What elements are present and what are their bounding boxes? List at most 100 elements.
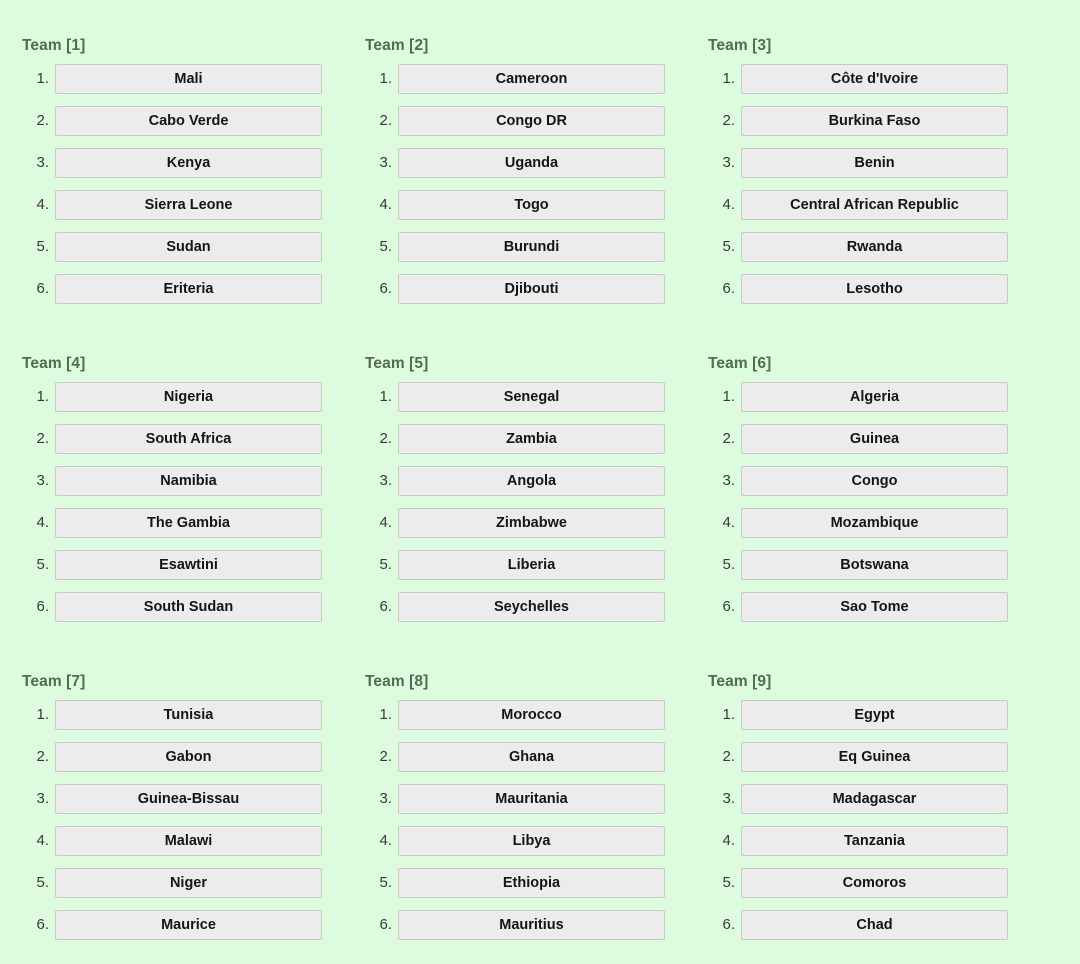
team-member-slot[interactable]: Comoros <box>741 868 1008 898</box>
team-member-slot[interactable]: Esawtini <box>55 550 322 580</box>
slot-index-label: 1. <box>379 70 392 87</box>
team-member-slot[interactable]: Cameroon <box>398 64 665 94</box>
team-slot-row: 2. Guinea <box>708 424 1029 454</box>
slot-index-label: 2. <box>36 112 49 129</box>
team-slot-row: 4. Togo <box>365 190 686 220</box>
team-member-slot[interactable]: Madagascar <box>741 784 1008 814</box>
team-member-slot[interactable]: Congo DR <box>398 106 665 136</box>
team-heading: Team [1] <box>22 37 86 54</box>
slot-index-label: 6. <box>36 916 49 933</box>
slot-index-label: 3. <box>722 790 735 807</box>
slot-index-label: 2. <box>36 430 49 447</box>
team-member-slot[interactable]: Ghana <box>398 742 665 772</box>
team-slot-row: 6. Chad <box>708 910 1029 940</box>
team-member-slot[interactable]: Zimbabwe <box>398 508 665 538</box>
slot-index-label: 3. <box>379 472 392 489</box>
team-member-slot[interactable]: Egypt <box>741 700 1008 730</box>
team-member-slot[interactable]: Mauritius <box>398 910 665 940</box>
slot-index-label: 5. <box>722 874 735 891</box>
team-member-slot[interactable]: Libya <box>398 826 665 856</box>
team-slot-row: 3. Namibia <box>22 466 343 496</box>
team-member-slot[interactable]: Seychelles <box>398 592 665 622</box>
team-member-slot[interactable]: Mauritania <box>398 784 665 814</box>
team-member-slot[interactable]: Burkina Faso <box>741 106 1008 136</box>
slot-index-label: 4. <box>722 196 735 213</box>
team-member-slot[interactable]: Eriteria <box>55 274 322 304</box>
team-slot-row: 2. Ghana <box>365 742 686 772</box>
team-slot-row: 4. Libya <box>365 826 686 856</box>
team-slot-row: 4. Central African Republic <box>708 190 1029 220</box>
team-member-slot[interactable]: Rwanda <box>741 232 1008 262</box>
team-block: Team [1] 1. Mali 2. Cabo Verde 3. Kenya 4. Sierr… <box>0 36 343 328</box>
slot-index-label: 4. <box>722 514 735 531</box>
team-member-slot[interactable]: Cabo Verde <box>55 106 322 136</box>
team-slot-row: 1. Egypt <box>708 700 1029 730</box>
team-slot-row: 1. Morocco <box>365 700 686 730</box>
team-slot-row: 5. Esawtini <box>22 550 343 580</box>
team-member-slot[interactable]: Ethiopia <box>398 868 665 898</box>
team-block: Team [4] 1. Nigeria 2. South Africa 3. Namibia… <box>0 354 343 646</box>
team-member-slot[interactable]: Kenya <box>55 148 322 178</box>
slot-index-label: 1. <box>722 388 735 405</box>
team-member-slot[interactable]: Guinea <box>741 424 1008 454</box>
team-heading: Team [5] <box>365 355 429 372</box>
team-member-slot[interactable]: Maurice <box>55 910 322 940</box>
slot-index-label: 1. <box>722 70 735 87</box>
slot-index-label: 5. <box>36 238 49 255</box>
slot-index-label: 1. <box>36 706 49 723</box>
slot-index-label: 3. <box>36 790 49 807</box>
team-slot-row: 3. Uganda <box>365 148 686 178</box>
slot-index-label: 1. <box>379 388 392 405</box>
team-member-slot[interactable]: Burundi <box>398 232 665 262</box>
team-member-slot[interactable]: Liberia <box>398 550 665 580</box>
team-member-slot[interactable]: Zambia <box>398 424 665 454</box>
team-slot-row: 2. South Africa <box>22 424 343 454</box>
team-member-slot[interactable]: Mozambique <box>741 508 1008 538</box>
team-member-slot[interactable]: Sudan <box>55 232 322 262</box>
team-member-slot[interactable]: Tunisia <box>55 700 322 730</box>
team-member-slot[interactable]: Chad <box>741 910 1008 940</box>
team-grid: Team [1] 1. Mali 2. Cabo Verde 3. Kenya 4. Sierr… <box>0 0 1080 964</box>
team-member-slot[interactable]: Niger <box>55 868 322 898</box>
team-member-slot[interactable]: Côte d'Ivoire <box>741 64 1008 94</box>
team-member-slot[interactable]: Botswana <box>741 550 1008 580</box>
team-member-slot[interactable]: Togo <box>398 190 665 220</box>
team-member-slot[interactable]: Senegal <box>398 382 665 412</box>
team-member-slot[interactable]: Tanzania <box>741 826 1008 856</box>
team-member-slot[interactable]: Mali <box>55 64 322 94</box>
team-slot-row: 6. Sao Tome <box>708 592 1029 622</box>
team-member-slot[interactable]: Benin <box>741 148 1008 178</box>
slot-index-label: 6. <box>722 280 735 297</box>
slot-index-label: 4. <box>36 832 49 849</box>
team-member-slot[interactable]: Lesotho <box>741 274 1008 304</box>
team-member-slot[interactable]: Nigeria <box>55 382 322 412</box>
team-slot-row: 4. Tanzania <box>708 826 1029 856</box>
team-slot-row: 5. Burundi <box>365 232 686 262</box>
team-member-slot[interactable]: Djibouti <box>398 274 665 304</box>
slot-index-label: 2. <box>379 112 392 129</box>
team-member-slot[interactable]: Gabon <box>55 742 322 772</box>
team-member-slot[interactable]: Uganda <box>398 148 665 178</box>
team-slot-row: 2. Burkina Faso <box>708 106 1029 136</box>
team-member-slot[interactable]: South Sudan <box>55 592 322 622</box>
team-heading: Team [3] <box>708 37 772 54</box>
team-member-slot[interactable]: South Africa <box>55 424 322 454</box>
team-slot-row: 1. Mali <box>22 64 343 94</box>
team-member-slot[interactable]: Guinea-Bissau <box>55 784 322 814</box>
team-member-slot[interactable]: Algeria <box>741 382 1008 412</box>
team-member-slot[interactable]: Morocco <box>398 700 665 730</box>
team-member-slot[interactable]: Angola <box>398 466 665 496</box>
team-member-slot[interactable]: Congo <box>741 466 1008 496</box>
team-member-slot[interactable]: Sao Tome <box>741 592 1008 622</box>
slot-index-label: 2. <box>379 748 392 765</box>
team-member-slot[interactable]: Sierra Leone <box>55 190 322 220</box>
team-member-slot[interactable]: The Gambia <box>55 508 322 538</box>
team-member-slot[interactable]: Malawi <box>55 826 322 856</box>
team-member-slot[interactable]: Eq Guinea <box>741 742 1008 772</box>
team-slot-row: 3. Madagascar <box>708 784 1029 814</box>
slot-index-label: 2. <box>722 112 735 129</box>
team-member-slot[interactable]: Central African Republic <box>741 190 1008 220</box>
slot-index-label: 4. <box>36 514 49 531</box>
team-slot-row: 4. Malawi <box>22 826 343 856</box>
team-member-slot[interactable]: Namibia <box>55 466 322 496</box>
